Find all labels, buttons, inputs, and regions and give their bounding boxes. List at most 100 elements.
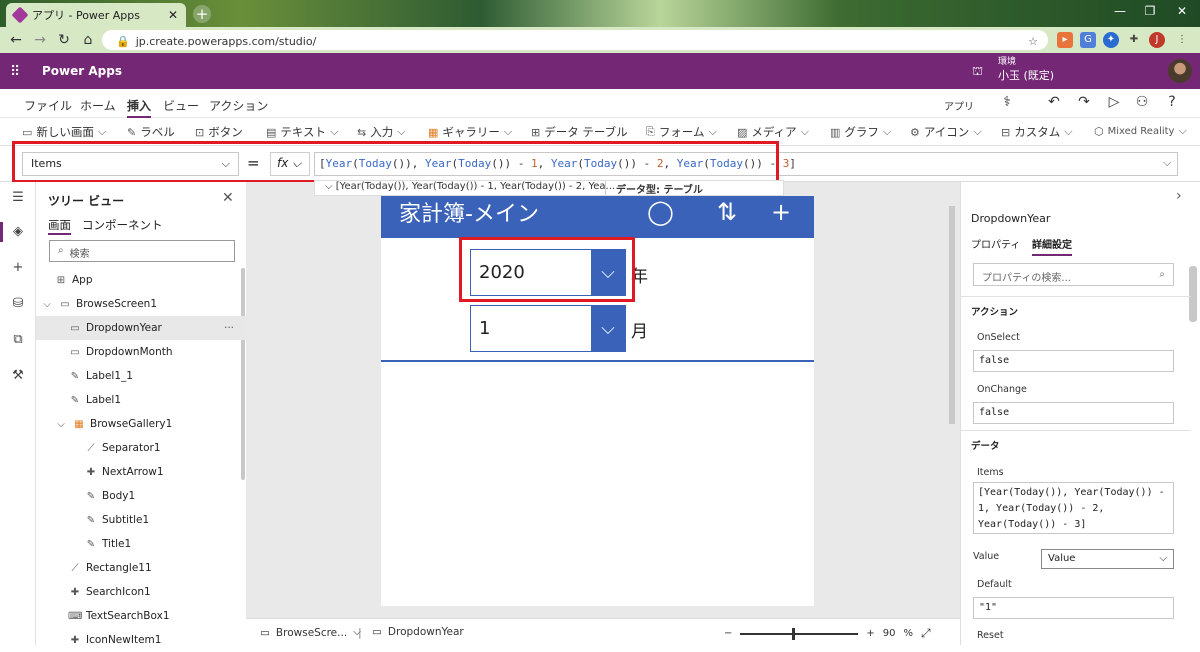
- back-icon[interactable]: ←: [6, 30, 26, 50]
- close-window-icon[interactable]: ✕: [1172, 4, 1192, 22]
- fit-screen-icon[interactable]: ⤢: [921, 626, 931, 641]
- close-tab-icon[interactable]: ✕: [168, 8, 178, 22]
- new-screen-button[interactable]: ▭ 新しい画面 ⌵: [22, 124, 106, 140]
- onchange-input[interactable]: false: [973, 402, 1174, 424]
- onselect-input[interactable]: false: [973, 350, 1174, 372]
- app-checker-label[interactable]: アプリ: [944, 98, 974, 113]
- tree-item-label1-1[interactable]: ✎ Label1_1: [36, 364, 246, 388]
- tab-components[interactable]: コンポーネント: [82, 217, 163, 233]
- share-user-icon[interactable]: ⚇: [1133, 94, 1151, 112]
- tree-item-app[interactable]: ⊞ App: [36, 268, 246, 292]
- breadcrumb-control[interactable]: ▭ DropdownYear: [372, 626, 464, 638]
- tree-item-nextarrow1[interactable]: ✚ NextArrow1: [36, 460, 246, 484]
- default-input[interactable]: "1": [973, 597, 1174, 619]
- value-dropdown[interactable]: Value ⌵: [1041, 549, 1174, 569]
- zoom-slider[interactable]: [740, 627, 859, 640]
- button-button[interactable]: ⊡ ボタン: [195, 124, 243, 140]
- browser-tab[interactable]: アプリ - Power Apps ✕: [6, 3, 186, 27]
- hamburger-icon[interactable]: ☰: [9, 190, 27, 208]
- input-button[interactable]: ⇆ 入力 ⌵: [357, 124, 406, 140]
- intellisense-popup[interactable]: ⌵ [Year(Today()), Year(Today()) - 1, Yea…: [314, 180, 784, 196]
- tree-item-searchicon1[interactable]: ✚ SearchIcon1: [36, 580, 246, 604]
- waffle-icon[interactable]: ⠿: [10, 64, 20, 80]
- chevron-down-icon[interactable]: ⌵: [591, 306, 625, 351]
- tree-item-label1[interactable]: ✎ Label1: [36, 388, 246, 412]
- tab-screens[interactable]: 画面: [48, 217, 71, 235]
- gallery-button[interactable]: ▦ ギャラリー ⌵: [428, 124, 512, 140]
- tree-item-separator1[interactable]: ⟋ Separator1: [36, 436, 246, 460]
- translate-icon[interactable]: G: [1080, 32, 1096, 48]
- layers-icon[interactable]: ◈: [9, 224, 27, 242]
- label-button[interactable]: ✎ ラベル: [127, 124, 175, 140]
- avatar[interactable]: [1168, 59, 1192, 83]
- zoom-slider-knob[interactable]: [792, 627, 796, 640]
- media-button[interactable]: ▨ メディア ⌵: [737, 124, 809, 140]
- shape-icon: ⟋: [87, 442, 95, 454]
- tree-item-browsegallery1[interactable]: ⌵ ▦ BrowseGallery1: [36, 412, 246, 436]
- more-options-icon[interactable]: ···: [224, 322, 234, 334]
- properties-scrollbar[interactable]: [1189, 266, 1197, 322]
- menu-action[interactable]: アクション: [209, 97, 268, 114]
- tree-item-title1[interactable]: ✎ Title1: [36, 532, 246, 556]
- tree-item-textsearchbox1[interactable]: ⌨ TextSearchBox1: [36, 604, 246, 628]
- tree-item-subtitle1[interactable]: ✎ Subtitle1: [36, 508, 246, 532]
- minimize-icon[interactable]: —: [1110, 4, 1130, 22]
- icon-button[interactable]: ⚙ アイコン ⌵: [910, 124, 982, 140]
- add-icon[interactable]: +: [771, 198, 791, 226]
- tree-item-iconnewitem1[interactable]: ✚ IconNewItem1: [36, 628, 246, 652]
- items-input[interactable]: [Year(Today()), Year(Today()) - 1, Year(…: [973, 482, 1174, 534]
- extension-icon[interactable]: ✦: [1103, 32, 1119, 48]
- sort-icon[interactable]: ⇅: [717, 198, 737, 226]
- new-tab-button[interactable]: +: [193, 5, 211, 23]
- help-icon[interactable]: ?: [1163, 94, 1181, 112]
- zoom-control[interactable]: − + 90 % ⤢: [724, 626, 931, 641]
- database-icon[interactable]: ⛁: [9, 296, 27, 314]
- undo-icon[interactable]: ↶: [1045, 94, 1063, 112]
- insert-plus-icon[interactable]: +: [9, 260, 27, 278]
- tree-item-dropdownyear[interactable]: ▭ DropdownYear ···: [36, 316, 246, 340]
- tree-item-dropdownmonth[interactable]: ▭ DropdownMonth: [36, 340, 246, 364]
- zoom-in-icon[interactable]: +: [866, 628, 874, 639]
- data-table-button[interactable]: ⊞ データ テーブル: [531, 124, 628, 140]
- tab-advanced[interactable]: 詳細設定: [1032, 236, 1072, 256]
- tools-icon[interactable]: ⚒: [9, 368, 27, 386]
- reload-icon[interactable]: ↻: [54, 30, 74, 50]
- tree-item-rectangle11[interactable]: ⟋ Rectangle11: [36, 556, 246, 580]
- custom-button[interactable]: ⊟ カスタム ⌵: [1001, 124, 1073, 140]
- stethoscope-icon[interactable]: ⚕: [998, 94, 1016, 112]
- property-search-input[interactable]: プロパティの検索... ⌕: [973, 263, 1174, 286]
- refresh-icon[interactable]: ◯: [647, 198, 674, 226]
- redo-icon[interactable]: ↷: [1075, 94, 1093, 112]
- tab-properties[interactable]: プロパティ: [971, 236, 1020, 251]
- menu-insert[interactable]: 挿入: [127, 97, 152, 118]
- dropdown-month[interactable]: 1 ⌵: [470, 305, 626, 352]
- restore-icon[interactable]: ❐: [1140, 4, 1160, 22]
- breadcrumb-screen[interactable]: ▭ BrowseScre... ⌵: [260, 626, 361, 639]
- home-icon[interactable]: ⌂: [78, 30, 98, 50]
- play-icon[interactable]: ▷: [1105, 94, 1123, 112]
- url-field[interactable]: 🔒 jp.create.powerapps.com/studio/ ☆: [102, 30, 1048, 50]
- close-icon[interactable]: ✕: [222, 190, 234, 206]
- puzzle-icon[interactable]: ✚: [1126, 32, 1142, 48]
- menu-home[interactable]: ホーム: [80, 97, 116, 114]
- media-icon[interactable]: ⧉: [9, 332, 27, 350]
- profile-icon[interactable]: J: [1149, 32, 1165, 48]
- menu-dots-icon[interactable]: ⋮: [1174, 32, 1190, 48]
- tree-item-browsescreen1[interactable]: ⌵ ▭ BrowseScreen1: [36, 292, 246, 316]
- forward-icon[interactable]: →: [30, 30, 50, 50]
- mixed-reality-button[interactable]: ⬡ Mixed Reality ⌵: [1094, 124, 1187, 138]
- menu-view[interactable]: ビュー: [163, 97, 199, 114]
- text-button[interactable]: ▤ テキスト ⌵: [266, 124, 338, 140]
- tree-search-input[interactable]: ⌕ 検索: [49, 240, 235, 262]
- form-button[interactable]: ⎘ フォーム ⌵: [646, 124, 717, 140]
- environment-info[interactable]: 環境 小玉 (既定): [998, 56, 1054, 82]
- tree-item-body1[interactable]: ✎ Body1: [36, 484, 246, 508]
- chart-button[interactable]: ▥ グラフ ⌵: [830, 124, 891, 140]
- expand-formula-icon[interactable]: ⌵: [1163, 156, 1171, 170]
- chevron-right-icon[interactable]: ›: [1176, 188, 1182, 204]
- canvas-scrollbar[interactable]: [946, 196, 958, 614]
- bookmark-star-icon[interactable]: ☆: [1028, 35, 1038, 48]
- menu-file[interactable]: ファイル: [24, 97, 72, 114]
- extension-icon[interactable]: ▸: [1057, 32, 1073, 48]
- zoom-out-icon[interactable]: −: [724, 628, 732, 639]
